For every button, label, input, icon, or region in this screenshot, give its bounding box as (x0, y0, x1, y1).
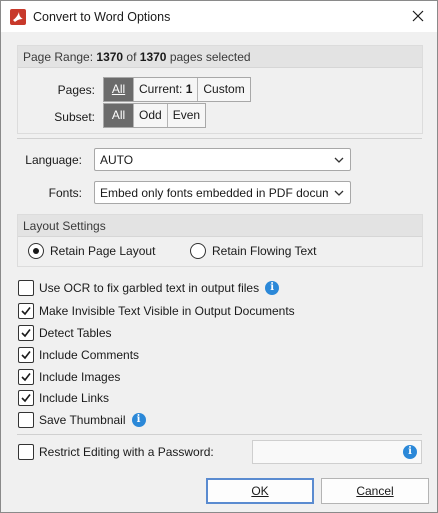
detect-tables-checkbox-row[interactable]: Detect Tables (18, 324, 112, 342)
checkmark-icon (21, 351, 31, 360)
page-range-prefix: Page Range: (23, 50, 97, 64)
separator (17, 138, 422, 139)
invisible-text-checkbox[interactable] (18, 303, 34, 319)
language-dropdown[interactable]: AUTO (94, 148, 351, 171)
radio-selected[interactable] (28, 243, 44, 259)
page-range-header: Page Range: 1370 of 1370 pages selected (18, 46, 422, 68)
title-bar: Convert to Word Options (1, 1, 437, 32)
radio-unselected[interactable] (190, 243, 206, 259)
detect-tables-label: Detect Tables (39, 326, 112, 340)
pages-all-option[interactable]: All (104, 78, 134, 101)
language-label: Language: (25, 153, 82, 167)
subset-all-label: All (111, 108, 126, 122)
ok-button[interactable]: OK (206, 478, 314, 504)
separator (17, 434, 422, 435)
layout-settings-header: Layout Settings (18, 215, 422, 237)
include-links-label: Include Links (39, 391, 110, 405)
ocr-checkbox[interactable] (18, 280, 34, 296)
dialog-content: Page Range: 1370 of 1370 pages selected … (1, 32, 437, 512)
dialog-window: Convert to Word Options Page Range: 1370… (0, 0, 438, 513)
invisible-text-label: Make Invisible Text Visible in Output Do… (39, 304, 295, 318)
password-checkbox-row[interactable]: Restrict Editing with a Password: (18, 443, 214, 461)
pages-segmented-control: All Current: 1 Custom (103, 77, 251, 102)
chevron-down-icon (334, 157, 344, 163)
include-comments-label: Include Comments (39, 348, 140, 362)
page-range-suffix: pages selected (166, 50, 251, 64)
page-range-total: 1370 (139, 50, 167, 64)
checkmark-icon (21, 329, 31, 338)
retain-page-layout-option[interactable]: Retain Page Layout (28, 243, 155, 259)
subset-odd-label: Odd (139, 108, 162, 122)
ocr-checkbox-row[interactable]: Use OCR to fix garbled text in output fi… (18, 279, 280, 297)
include-images-checkbox[interactable] (18, 369, 34, 385)
include-links-checkbox[interactable] (18, 390, 34, 406)
fonts-label: Fonts: (48, 186, 82, 200)
subset-even-label: Even (172, 108, 201, 122)
save-thumbnail-label: Save Thumbnail (39, 413, 126, 427)
info-icon[interactable]: i (131, 413, 146, 427)
subset-segmented-control: All Odd Even (103, 103, 207, 128)
cancel-label: Cancel (356, 484, 394, 498)
ok-label: OK (251, 484, 269, 498)
pages-label: Pages: (57, 83, 95, 97)
window-title: Convert to Word Options (33, 10, 171, 24)
ocr-label: Use OCR to fix garbled text in output fi… (39, 281, 260, 295)
pages-current-value: 1 (185, 82, 193, 96)
language-value: AUTO (100, 153, 134, 167)
pages-current-label: Current: (139, 82, 186, 96)
info-icon[interactable]: i (265, 281, 280, 295)
password-input[interactable]: i (252, 440, 422, 464)
close-button[interactable] (405, 5, 431, 27)
include-images-checkbox-row[interactable]: Include Images (18, 368, 120, 386)
fonts-value: Embed only fonts embedded in PDF documen… (100, 186, 328, 200)
info-icon[interactable]: i (403, 445, 417, 459)
checkmark-icon (21, 307, 31, 316)
retain-page-layout-label: Retain Page Layout (50, 244, 156, 258)
save-thumbnail-checkbox-row[interactable]: Save Thumbnail i (18, 411, 146, 429)
subset-even-option[interactable]: Even (167, 104, 206, 127)
save-thumbnail-checkbox[interactable] (18, 412, 34, 428)
pages-all-label: All (111, 82, 126, 96)
checkmark-icon (21, 373, 31, 382)
pages-custom-option[interactable]: Custom (198, 78, 250, 101)
password-label: Restrict Editing with a Password: (39, 445, 214, 459)
page-range-of: of (123, 50, 140, 64)
cancel-button[interactable]: Cancel (321, 478, 429, 504)
close-icon (412, 10, 424, 22)
fonts-dropdown[interactable]: Embed only fonts embedded in PDF documen… (94, 181, 351, 204)
pages-current-option[interactable]: Current: 1 (134, 78, 199, 101)
subset-all-option[interactable]: All (104, 104, 134, 127)
include-links-checkbox-row[interactable]: Include Links (18, 389, 109, 407)
subset-odd-option[interactable]: Odd (134, 104, 168, 127)
chevron-down-icon (334, 190, 344, 196)
checkmark-icon (21, 394, 31, 403)
retain-flowing-text-label: Retain Flowing Text (212, 244, 317, 258)
include-images-label: Include Images (39, 370, 121, 384)
retain-flowing-text-option[interactable]: Retain Flowing Text (190, 243, 317, 259)
subset-label: Subset: (54, 110, 95, 124)
page-range-current: 1370 (96, 50, 124, 64)
layout-settings-group: Layout Settings (17, 214, 423, 267)
include-comments-checkbox-row[interactable]: Include Comments (18, 346, 139, 364)
pages-custom-label: Custom (203, 82, 245, 96)
dialog-footer: OK Cancel (1, 467, 437, 512)
include-comments-checkbox[interactable] (18, 347, 34, 363)
invisible-text-checkbox-row[interactable]: Make Invisible Text Visible in Output Do… (18, 302, 295, 320)
password-checkbox[interactable] (18, 444, 34, 460)
pdf-app-icon (10, 9, 26, 25)
detect-tables-checkbox[interactable] (18, 325, 34, 341)
